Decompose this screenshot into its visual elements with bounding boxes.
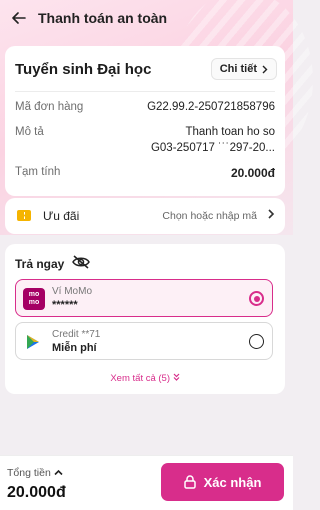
eye-off-icon[interactable] (72, 255, 90, 274)
order-card: Tuyển sinh Đại học Chi tiết Mã đơn hàng … (5, 46, 285, 196)
divider (15, 91, 275, 92)
payment-method-credit[interactable]: Credit **71 Miễn phí (15, 322, 273, 360)
chevron-up-icon (54, 469, 63, 476)
description-value: Thanh toan ho so G03-250717 ˙˙˙297-20... (151, 124, 275, 156)
back-arrow-icon[interactable] (10, 9, 28, 27)
chevron-right-icon (267, 207, 275, 223)
total-label[interactable]: Tổng tiền (7, 467, 63, 479)
radio-selected[interactable] (249, 291, 264, 306)
description-line-2: G03-250717 ˙˙˙297-20... (150, 142, 275, 154)
radio-unselected[interactable] (249, 334, 264, 349)
detail-button[interactable]: Chi tiết (210, 58, 277, 80)
see-all-link[interactable]: Xem tất cả (5) (5, 373, 285, 384)
order-id-label: Mã đơn hàng (15, 101, 84, 113)
subtotal-label: Tạm tính (15, 166, 61, 178)
payment-card: Trả ngay mo mo Ví MoMo ****** Credit **7… (5, 244, 285, 394)
method-name: Credit **71 (52, 329, 101, 340)
confirm-button[interactable]: Xác nhận (161, 463, 284, 501)
confirm-button-label: Xác nhận (203, 474, 262, 490)
detail-button-label: Chi tiết (219, 63, 257, 75)
method-sub: Miễn phí (52, 342, 97, 354)
order-title: Tuyển sinh Đại học (15, 61, 152, 78)
chevron-right-icon (262, 65, 268, 73)
description-line-1: Thanh toan ho so (185, 126, 275, 138)
total-label-text: Tổng tiền (7, 467, 51, 479)
bottom-bar: Tổng tiền 20.000đ Xác nhận (0, 455, 293, 510)
subtotal-value: 20.000đ (230, 166, 275, 180)
chevrons-down-icon (173, 373, 180, 381)
see-all-label: Xem tất cả (5) (110, 373, 171, 384)
payment-title: Trả ngay (15, 257, 65, 271)
total-amount: 20.000đ (7, 484, 66, 501)
momo-logo: mo mo (23, 288, 45, 310)
page-title: Thanh toán an toàn (38, 10, 168, 26)
method-name: Ví MoMo (52, 286, 93, 297)
payment-method-momo[interactable]: mo mo Ví MoMo ****** (15, 279, 273, 317)
order-id-value: G22.99.2-250721858796 (147, 101, 275, 113)
promo-hint: Chọn hoặc nhập mã (162, 210, 257, 222)
method-sub: ****** (52, 299, 78, 311)
voucher-icon (17, 210, 31, 221)
app-header: Thanh toán an toàn (0, 0, 293, 36)
promo-row[interactable]: Ưu đãi Chọn hoặc nhập mã (5, 198, 285, 234)
promo-label: Ưu đãi (43, 209, 80, 223)
lock-icon (183, 475, 196, 489)
description-label: Mô tả (15, 126, 44, 138)
play-icon (26, 334, 40, 355)
